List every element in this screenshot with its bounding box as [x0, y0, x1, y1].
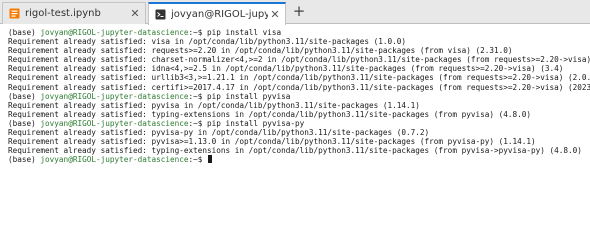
output-line: Requirement already satisfied: typing-ex…: [8, 109, 531, 119]
notebook-icon: [9, 8, 20, 19]
command-text: pip install pyvisa: [207, 91, 291, 101]
prompt-line: (base) jovyan@RIGOL-jupyter-datascience:…: [8, 28, 590, 37]
tab-notebook[interactable]: rigol-test.ipynb ✕: [2, 2, 146, 24]
output-line: Requirement already satisfied: typing-ex…: [8, 146, 582, 156]
terminal-icon: [155, 9, 166, 20]
close-icon[interactable]: ✕: [268, 8, 282, 21]
prompt-user: jovyan: [40, 118, 69, 128]
output-line: Requirement already satisfied: visa in /…: [8, 37, 407, 47]
tab-label: jovyan@RIGOL-jupyter-datas: [171, 9, 268, 20]
terminal-output[interactable]: (base) jovyan@RIGOL-jupyter-datascience:…: [0, 25, 590, 252]
prompt-host: @RIGOL-jupyter-datascience: [68, 91, 189, 101]
prompt-user: jovyan: [40, 155, 69, 165]
prompt-line: (base) jovyan@RIGOL-jupyter-datascience:…: [8, 119, 590, 128]
tab-bar: rigol-test.ipynb ✕ jovyan@RIGOL-jupyter-…: [0, 0, 590, 25]
cursor: [208, 155, 213, 164]
prompt-env: (base): [8, 28, 41, 37]
tab-label: rigol-test.ipynb: [25, 8, 101, 19]
prompt-host: @RIGOL-jupyter-datascience: [68, 155, 189, 165]
new-tab-button[interactable]: +: [290, 3, 308, 21]
output-line: Requirement already satisfied: charset-n…: [8, 55, 590, 65]
prompt-suffix: :~$: [188, 155, 208, 165]
command-text: pip install pyvisa-py: [207, 118, 305, 128]
prompt-user: jovyan: [40, 91, 69, 101]
output-line: Requirement already satisfied: pyvisa>=1…: [8, 137, 536, 147]
prompt-suffix: :~$: [188, 91, 208, 101]
output-line: Requirement already satisfied: idna<4,>=…: [8, 64, 564, 74]
output-line: Requirement already satisfied: pyvisa in…: [8, 100, 420, 110]
prompt-env: (base): [8, 91, 41, 101]
prompt-host: @RIGOL-jupyter-datascience: [68, 28, 189, 37]
prompt-line: (base) jovyan@RIGOL-jupyter-datascience:…: [8, 155, 590, 164]
prompt-suffix: :~$: [188, 118, 208, 128]
close-icon[interactable]: ✕: [128, 7, 142, 20]
tab-terminal[interactable]: jovyan@RIGOL-jupyter-datas ✕: [148, 2, 286, 25]
output-line: Requirement already satisfied: certifi>=…: [8, 82, 590, 92]
prompt-host: @RIGOL-jupyter-datascience: [68, 118, 189, 128]
output-line: Requirement already satisfied: requests>…: [8, 46, 513, 56]
output-line: Requirement already satisfied: pyvisa-py…: [8, 128, 430, 138]
prompt-suffix: :~$: [188, 28, 208, 37]
prompt-line: (base) jovyan@RIGOL-jupyter-datascience:…: [8, 92, 590, 101]
prompt-user: jovyan: [40, 28, 69, 37]
output-line: Requirement already satisfied: urllib3<3…: [8, 73, 590, 83]
prompt-env: (base): [8, 118, 41, 128]
prompt-env: (base): [8, 155, 41, 165]
command-text: pip install visa: [207, 28, 282, 37]
